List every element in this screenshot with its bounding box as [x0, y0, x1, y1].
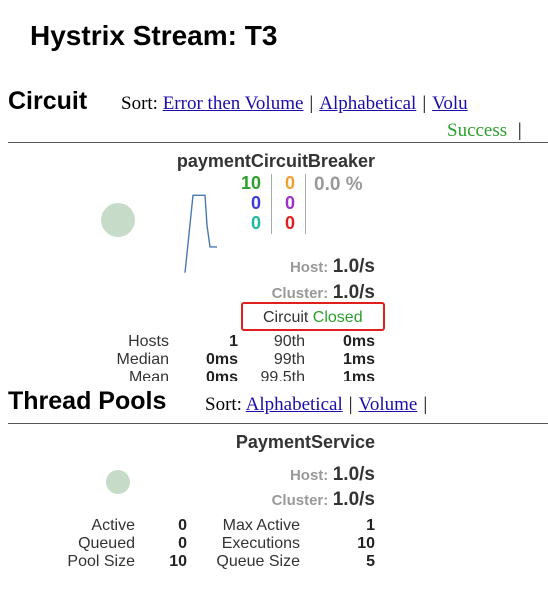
tp-host-rate-row: Host: 1.0/s	[290, 464, 375, 486]
legend-success: Success |	[447, 120, 528, 142]
max-active-label: Max Active	[222, 517, 300, 534]
sort-label: Sort:	[205, 394, 242, 415]
page-title: Hystrix Stream: T3	[30, 20, 278, 51]
sort-label: Sort:	[121, 93, 158, 114]
circuit-divider	[8, 142, 548, 143]
sort-volume-link[interactable]: Volu	[432, 93, 468, 114]
circuit-status-label: Circuit	[263, 309, 309, 326]
mean-value: 0ms	[205, 369, 238, 381]
queued-value: 0	[178, 535, 187, 552]
tp-host-rate-value: 1.0/s	[332, 464, 375, 485]
p995-value: 1ms	[342, 369, 375, 381]
queue-size-value: 5	[366, 553, 375, 570]
error-divider	[305, 174, 306, 234]
median-label: Median	[116, 351, 169, 368]
tp-cluster-rate-value: 1.0/s	[332, 489, 375, 510]
circuit-status-value: Closed	[312, 309, 363, 326]
queue-size-label: Queue Size	[216, 553, 300, 570]
separator: |	[423, 394, 428, 415]
pool-size-label: Pool Size	[67, 553, 135, 570]
timeout-count: 0	[284, 173, 295, 193]
queued-label: Queued	[78, 535, 135, 552]
threadpool-section-title: Thread Pools	[8, 387, 167, 415]
counts-divider	[271, 174, 272, 234]
separator: |	[309, 93, 314, 114]
pool-size-value: 10	[169, 553, 187, 570]
tp-host-rate-label: Host:	[289, 467, 329, 484]
hosts-label: Hosts	[128, 333, 169, 350]
sort-error-then-volume-link[interactable]: Error then Volume	[163, 93, 304, 114]
short-circuited-count: 0	[250, 193, 261, 213]
threadpool-sort-bar: Sort: Alphabetical | Volume |	[205, 394, 433, 416]
tp-cluster-rate-label: Cluster:	[271, 492, 329, 509]
threadpool-name: PaymentService	[235, 432, 375, 452]
sparkline-chart	[184, 194, 217, 273]
sparkline-line	[184, 194, 217, 273]
rejected-count: 0	[284, 193, 295, 213]
mean-label: Mean	[128, 369, 169, 381]
cluster-rate-row: Cluster: 1.0/s	[272, 282, 375, 304]
circuit-name: paymentCircuitBreaker	[176, 151, 375, 171]
executions-label: Executions	[221, 535, 300, 552]
active-value: 0	[178, 517, 187, 534]
circuit-section-title: Circuit	[8, 87, 88, 115]
separator: |	[517, 120, 522, 141]
max-active-value: 1	[366, 517, 375, 534]
tp-cluster-rate-row: Cluster: 1.0/s	[272, 489, 375, 511]
sort-volume-link[interactable]: Volume	[359, 394, 418, 415]
circuit-stats-table: Hosts 1 90th 0ms Median 0ms 99th 1ms Mea…	[0, 333, 548, 381]
threadpool-health-circle	[106, 470, 130, 494]
circuit-sort-bar: Sort: Error then Volume | Alphabetical | Vol…	[121, 93, 468, 115]
host-rate-row: Host: 1.0/s	[290, 256, 375, 278]
separator: |	[422, 93, 427, 114]
p90-value: 0ms	[342, 333, 375, 350]
failure-count: 0	[284, 213, 295, 233]
median-value: 0ms	[205, 351, 238, 368]
host-rate-value: 1.0/s	[332, 256, 375, 277]
success-count: 10	[240, 173, 261, 193]
sort-alphabetical-link[interactable]: Alphabetical	[319, 93, 416, 114]
p99-value: 1ms	[342, 351, 375, 368]
bad-request-count: 0	[250, 213, 261, 233]
sort-alphabetical-link[interactable]: Alphabetical	[246, 394, 343, 415]
hosts-value: 1	[229, 333, 238, 350]
active-label: Active	[91, 517, 135, 534]
health-circle	[101, 203, 135, 237]
executions-value: 10	[357, 535, 375, 552]
cluster-rate-value: 1.0/s	[332, 282, 375, 303]
separator: |	[348, 394, 353, 415]
p995-label: 99.5th	[260, 369, 305, 381]
cluster-rate-label: Cluster:	[271, 285, 329, 302]
legend-success-label: Success	[447, 120, 508, 141]
host-rate-label: Host:	[289, 259, 329, 276]
error-percentage: 0.0 %	[314, 174, 363, 195]
p90-label: 90th	[273, 333, 305, 350]
threadpool-divider	[8, 423, 548, 424]
p99-label: 99th	[273, 351, 305, 368]
circuit-status: Circuit Closed	[263, 309, 363, 327]
